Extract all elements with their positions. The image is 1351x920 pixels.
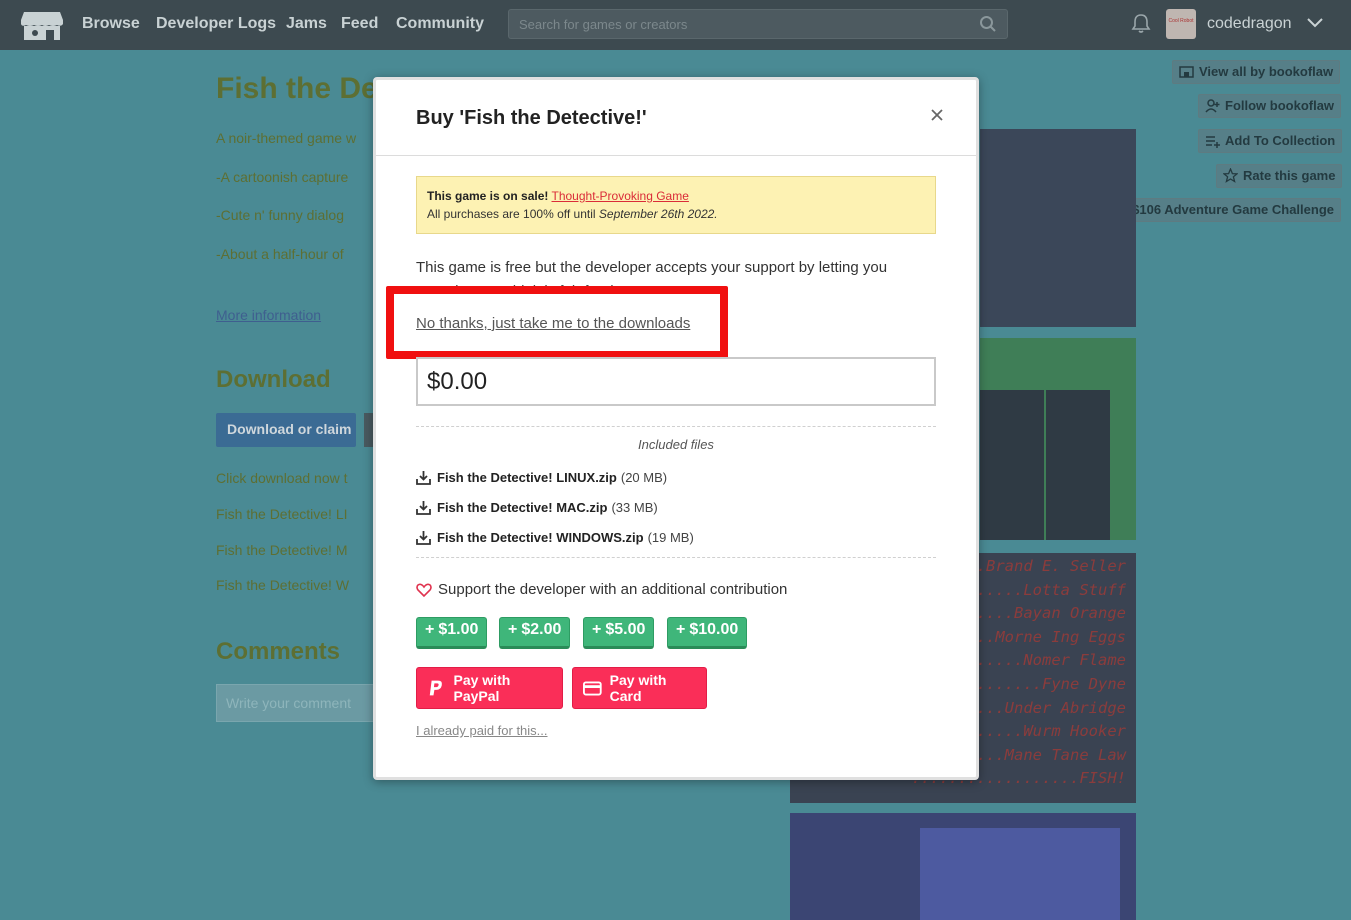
divider — [416, 557, 936, 558]
file-name: Fish the Detective! LINUX.zip — [437, 470, 617, 485]
nav-developer-logs[interactable]: Developer Logs — [156, 15, 276, 33]
file-item: Fish the Detective! LINUX.zip (20 MB) — [416, 470, 667, 485]
sale-date: September 26th 2022. — [598, 207, 718, 221]
screenshot-4[interactable] — [790, 813, 1136, 920]
card-label: Pay with Card — [609, 672, 667, 704]
nav-feed[interactable]: Feed — [341, 15, 378, 33]
screenshot-1[interactable] — [980, 129, 1136, 327]
avatar[interactable]: Cool Robot — [1166, 9, 1196, 39]
screenshot-card — [980, 390, 1044, 540]
modal-title: Buy 'Fish the Detective!' — [416, 107, 647, 129]
add-1-dollar-button[interactable]: + $1.00 — [416, 617, 488, 649]
file-size: (33 MB) — [611, 500, 658, 515]
comment-input[interactable]: Write your comment — [216, 684, 376, 722]
follow-label: Follow bookoflaw — [1225, 98, 1335, 113]
game-desc-line: -Cute n' funny dialog — [216, 207, 344, 223]
support-developer: Support the developer with an additional… — [416, 581, 787, 598]
close-icon[interactable] — [926, 104, 948, 126]
file-name: Fish the Detective! MAC.zip — [437, 500, 608, 515]
itchio-logo-icon[interactable] — [20, 8, 64, 42]
amount-label: $10.00 — [689, 621, 739, 638]
download-file-line: Fish the Detective! LI — [216, 506, 348, 522]
download-icon — [416, 471, 431, 485]
chevron-down-icon[interactable] — [1306, 16, 1324, 30]
modal-header: Buy 'Fish the Detective!' — [376, 80, 976, 156]
price-input[interactable] — [416, 357, 936, 406]
download-info-line: Click download now t — [216, 470, 348, 486]
view-all-by-author-button[interactable]: View all by bookoflaw — [1172, 60, 1341, 84]
add-to-collection-label: Add To Collection — [1225, 133, 1336, 148]
file-size: (20 MB) — [620, 470, 668, 485]
divider — [416, 426, 936, 427]
game-desc-line: -About a half-hour of — [216, 246, 344, 262]
avatar-text: Cool Robot — [1168, 18, 1194, 24]
star-icon — [1223, 168, 1238, 183]
download-file-line: Fish the Detective! M — [216, 542, 348, 558]
screenshot-card — [1046, 390, 1110, 540]
search-icon[interactable] — [979, 15, 997, 33]
pay-with-card-button[interactable]: Pay with Card — [572, 667, 707, 709]
list-add-icon — [1206, 136, 1220, 148]
amount-label: $5.00 — [605, 621, 646, 638]
amount-label: $1.00 — [438, 621, 479, 638]
file-name: Fish the Detective! WINDOWS.zip — [437, 530, 644, 545]
store-icon — [1179, 66, 1194, 78]
game-title: Fish the De — [216, 72, 378, 105]
download-file-line: Fish the Detective! W — [216, 577, 350, 593]
comments-heading: Comments — [216, 638, 341, 665]
included-files-label: Included files — [638, 437, 714, 452]
download-heading: Download — [216, 366, 331, 393]
free-description: This game is free but the developer acce… — [416, 256, 936, 290]
add-5-dollars-button[interactable]: + $5.00 — [583, 617, 655, 649]
sale-link[interactable]: Thought-Provoking Game — [552, 189, 689, 203]
game-desc-line: -A cartoonish capture — [216, 169, 349, 185]
rate-game-button[interactable]: Rate this game — [1216, 164, 1343, 188]
sale-bold-text: This game is on sale! — [427, 189, 549, 203]
search-placeholder: Search for games or creators — [519, 17, 688, 32]
add-10-dollars-button[interactable]: + $10.00 — [667, 617, 748, 649]
add-to-collection-button[interactable]: Add To Collection — [1198, 129, 1343, 153]
follow-author-button[interactable]: Follow bookoflaw — [1198, 94, 1342, 118]
heart-icon — [416, 583, 432, 597]
free-text-line-1: This game is free but the developer acce… — [416, 259, 888, 276]
file-item: Fish the Detective! MAC.zip (33 MB) — [416, 500, 658, 515]
game-desc-line: A noir-themed game w — [216, 130, 357, 146]
more-information-link[interactable]: More information — [216, 307, 321, 323]
support-text: Support the developer with an additional… — [438, 581, 788, 598]
no-thanks-link[interactable]: No thanks, just take me to the downloads — [416, 315, 695, 332]
rate-label: Rate this game — [1243, 168, 1336, 183]
notification-bell-icon[interactable] — [1130, 12, 1152, 34]
download-or-claim-button[interactable]: Download or claim — [216, 413, 356, 447]
paypal-icon — [429, 680, 442, 696]
search-input[interactable]: Search for games or creators — [508, 9, 1008, 39]
download-icon — [416, 531, 431, 545]
paypal-label: Pay with PayPal — [453, 672, 511, 704]
sale-notice: This game is on sale! Thought-Provoking … — [416, 176, 936, 234]
free-text-line-2: pay what you think is fair for the game. — [416, 280, 936, 290]
view-all-label: View all by bookoflaw — [1199, 64, 1334, 79]
nav-jams[interactable]: Jams — [286, 15, 327, 33]
screenshot-wall — [920, 828, 1120, 920]
add-2-dollars-button[interactable]: + $2.00 — [499, 617, 571, 649]
username[interactable]: codedragon — [1207, 15, 1292, 33]
sale-text: All purchases are 100% off until — [427, 207, 596, 221]
credit-card-icon — [583, 681, 602, 696]
pay-with-paypal-button[interactable]: Pay with PayPal — [416, 667, 563, 709]
nav-community[interactable]: Community — [396, 15, 484, 33]
amount-label: $2.00 — [521, 621, 562, 638]
already-paid-link[interactable]: I already paid for this... — [416, 723, 548, 738]
download-icon — [416, 501, 431, 515]
nav-browse[interactable]: Browse — [82, 15, 140, 33]
file-size: (19 MB) — [647, 530, 694, 545]
top-nav: Browse Developer Logs Jams Feed Communit… — [0, 0, 1351, 50]
screenshot-2[interactable] — [980, 338, 1136, 540]
add-user-icon — [1205, 99, 1220, 113]
buy-modal: Buy 'Fish the Detective!' This game is o… — [373, 77, 979, 780]
file-item: Fish the Detective! WINDOWS.zip (19 MB) — [416, 530, 694, 545]
